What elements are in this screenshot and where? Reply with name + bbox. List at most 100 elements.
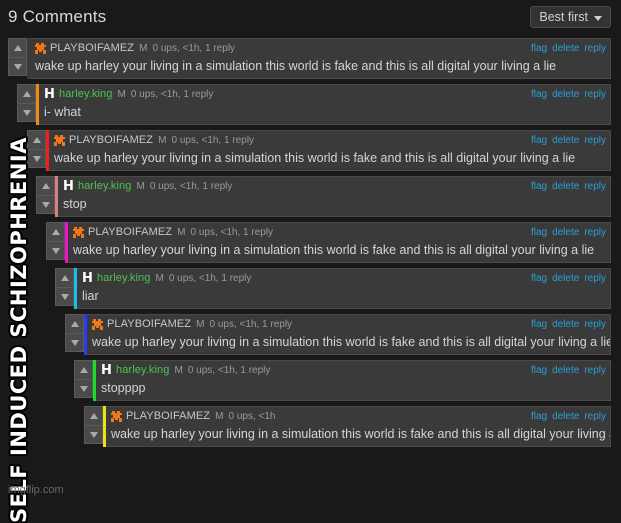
flag-link[interactable]: flag	[531, 411, 547, 422]
delete-link[interactable]: delete	[552, 319, 579, 330]
delete-link[interactable]: delete	[552, 135, 579, 146]
reply-link[interactable]: reply	[584, 181, 606, 192]
downvote-button[interactable]	[17, 103, 36, 122]
comment-body: PLAYBOIFAMEZ M 0 ups, <1h, 1 reply flag dele…	[87, 314, 611, 355]
downvote-button[interactable]	[84, 425, 103, 444]
comments-header: 9 Comments Best first	[0, 0, 621, 38]
downvote-button[interactable]	[55, 287, 74, 306]
comment-actions: flag delete reply	[531, 223, 606, 241]
flag-link[interactable]: flag	[531, 273, 547, 284]
reply-link[interactable]: reply	[584, 273, 606, 284]
comment-text: i- what	[44, 105, 81, 119]
reply-link[interactable]: reply	[584, 365, 606, 376]
comment-body: PLAYBOIFAMEZ M 0 ups, <1h, 1 reply flag dele…	[30, 38, 611, 79]
upvote-button[interactable]	[65, 314, 84, 333]
upvote-button[interactable]	[17, 84, 36, 103]
flag-link[interactable]: flag	[531, 181, 547, 192]
comment-item: Hharley.king M 0 ups, <1h, 1 reply flag dele…	[55, 268, 611, 309]
arrow-down-icon	[13, 63, 22, 70]
downvote-button[interactable]	[65, 333, 84, 352]
comment-username[interactable]: PLAYBOIFAMEZ	[88, 226, 172, 238]
downvote-button[interactable]	[8, 57, 27, 76]
comment-text: wake up harley your living in a simulati…	[54, 151, 576, 165]
comment-item: PLAYBOIFAMEZ M 0 ups, <1h, 1 reply flag dele…	[8, 38, 611, 79]
moderator-badge: M	[117, 88, 126, 100]
comment-text: wake up harley your living in a simulati…	[73, 243, 595, 257]
flag-link[interactable]: flag	[531, 89, 547, 100]
delete-link[interactable]: delete	[552, 89, 579, 100]
comment-meta-info: 0 ups, <1h, 1 reply	[152, 42, 236, 54]
comment-username[interactable]: PLAYBOIFAMEZ	[50, 42, 134, 54]
comment-meta-row: PLAYBOIFAMEZ M 0 ups, <1h, 1 reply flag dele…	[49, 131, 610, 149]
upvote-button[interactable]	[84, 406, 103, 425]
flag-link[interactable]: flag	[531, 365, 547, 376]
chevron-down-icon	[594, 15, 602, 21]
moderator-badge: M	[196, 318, 205, 330]
delete-link[interactable]: delete	[552, 227, 579, 238]
flag-link[interactable]: flag	[531, 43, 547, 54]
moderator-badge: M	[174, 364, 183, 376]
comment-actions: flag delete reply	[531, 131, 606, 149]
upvote-button[interactable]	[8, 38, 27, 57]
upvote-button[interactable]	[55, 268, 74, 287]
upvote-button[interactable]	[36, 176, 55, 195]
comment-username[interactable]: PLAYBOIFAMEZ	[107, 318, 191, 330]
comment-username[interactable]: harley.king	[78, 180, 131, 192]
comment-body: Hharley.king M 0 ups, <1h, 1 reply flag dele…	[77, 268, 611, 309]
comment-actions: flag delete reply	[531, 315, 606, 333]
comment-text: stop	[63, 197, 87, 211]
reply-link[interactable]: reply	[584, 43, 606, 54]
delete-link[interactable]: delete	[552, 365, 579, 376]
flag-link[interactable]: flag	[531, 135, 547, 146]
upvote-button[interactable]	[27, 130, 46, 149]
flag-link[interactable]: flag	[531, 227, 547, 238]
delete-link[interactable]: delete	[552, 181, 579, 192]
arrow-up-icon	[60, 275, 69, 281]
orange-figure-avatar	[53, 133, 66, 147]
downvote-button[interactable]	[46, 241, 65, 260]
arrow-up-icon	[22, 91, 31, 97]
downvote-button[interactable]	[27, 149, 46, 168]
vote-column	[65, 314, 84, 355]
comment-username[interactable]: harley.king	[97, 272, 150, 284]
comment-meta-row: PLAYBOIFAMEZ M 0 ups, <1h, 1 reply flag dele…	[68, 223, 610, 241]
comment-meta-info: 0 ups, <1h, 1 reply	[168, 272, 252, 284]
arrow-down-icon	[70, 339, 79, 346]
vote-column	[17, 84, 36, 125]
comment-username[interactable]: PLAYBOIFAMEZ	[69, 134, 153, 146]
sort-dropdown-label: Best first	[539, 10, 588, 24]
comment-text: liar	[82, 289, 99, 303]
downvote-button[interactable]	[74, 379, 93, 398]
comment-meta-info: 0 ups, <1h, 1 reply	[190, 226, 274, 238]
upvote-button[interactable]	[46, 222, 65, 241]
comment-username[interactable]: harley.king	[116, 364, 169, 376]
upvote-button[interactable]	[74, 360, 93, 379]
letter-h-avatar: H	[62, 178, 75, 194]
arrow-up-icon	[51, 229, 60, 235]
orange-figure-avatar	[110, 409, 123, 423]
reply-link[interactable]: reply	[584, 89, 606, 100]
orange-figure-avatar	[91, 317, 104, 331]
flag-link[interactable]: flag	[531, 319, 547, 330]
moderator-badge: M	[215, 410, 224, 422]
delete-link[interactable]: delete	[552, 273, 579, 284]
comment-meta-row: Hharley.king M 0 ups, <1h, 1 reply flag dele…	[58, 177, 610, 195]
delete-link[interactable]: delete	[552, 43, 579, 54]
downvote-button[interactable]	[36, 195, 55, 214]
comment-username[interactable]: PLAYBOIFAMEZ	[126, 410, 210, 422]
page-title: 9 Comments	[8, 7, 107, 26]
moderator-badge: M	[139, 42, 148, 54]
reply-link[interactable]: reply	[584, 227, 606, 238]
reply-link[interactable]: reply	[584, 135, 606, 146]
comment-item: Hharley.king M 0 ups, <1h, 1 reply flag dele…	[74, 360, 611, 401]
comment-username[interactable]: harley.king	[59, 88, 112, 100]
sort-dropdown[interactable]: Best first	[530, 6, 611, 28]
comment-meta-info: 0 ups, <1h, 1 reply	[171, 134, 255, 146]
delete-link[interactable]: delete	[552, 411, 579, 422]
arrow-down-icon	[22, 109, 31, 116]
arrow-up-icon	[89, 413, 98, 419]
reply-link[interactable]: reply	[584, 411, 606, 422]
comment-meta-row: Hharley.king M 0 ups, <1h, 1 reply flag dele…	[39, 85, 610, 103]
comment-meta-row: PLAYBOIFAMEZ M 0 ups, <1h flag delete reply	[106, 407, 610, 425]
reply-link[interactable]: reply	[584, 319, 606, 330]
